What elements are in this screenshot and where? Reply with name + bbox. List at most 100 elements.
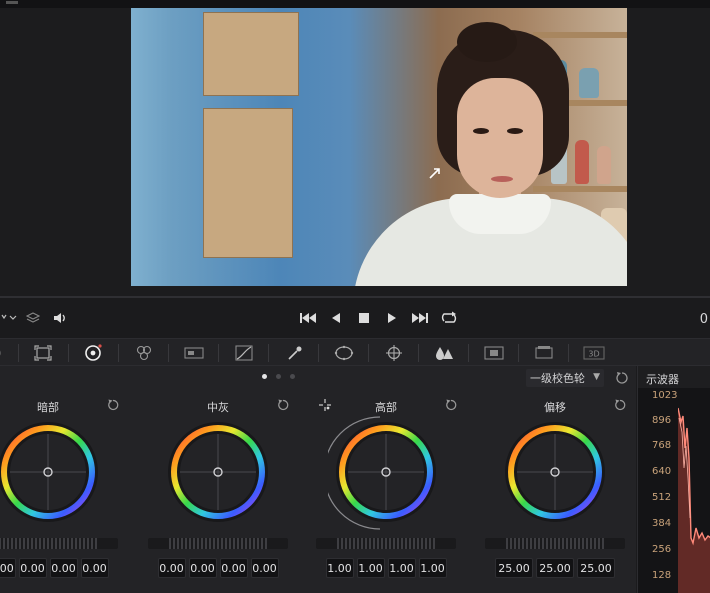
value-y[interactable]: 0.00 [157,558,186,578]
value-y[interactable]: 1.00 [325,558,354,578]
value-b[interactable]: 0.00 [250,558,279,578]
color-wheel-ring[interactable] [0,422,98,522]
value-r[interactable]: 0.00 [18,558,47,578]
wheel-offset: 偏移 25.00 25.00 25.00 [471,390,639,593]
subject-lips [491,176,513,182]
value-g[interactable]: 1.00 [387,558,416,578]
scope-display[interactable]: 1023 896 768 640 512 384 256 128 [638,388,710,593]
top-strip [0,0,710,8]
reset-icon[interactable] [444,398,458,412]
bottle [597,146,611,184]
scope-scale-label: 1023 [652,390,678,401]
transport-bar: 0 [0,298,710,338]
toolbar-separator [318,344,319,362]
qualifier-eyedropper-icon[interactable] [283,342,307,364]
color-wheel-ring[interactable] [505,422,605,522]
shelf [533,32,627,38]
value-b[interactable]: 1.00 [418,558,447,578]
3d-tool-icon[interactable]: 3D [582,342,606,364]
layers-icon[interactable] [24,309,42,327]
page-dot-active[interactable] [262,374,267,379]
value-r[interactable]: 1.00 [356,558,385,578]
subject-collar [449,194,551,234]
value-r[interactable]: 25.00 [495,558,533,578]
scope-scale-label: 512 [652,492,672,503]
toolbar-separator [518,344,519,362]
wheel-values: 25.00 25.00 25.00 [471,558,639,578]
color-wheels-panel: 一级校色轮 ▼ 暗部 0.00 0.00 0.00 0.00 中灰 [0,366,636,593]
scope-scale-label: 896 [652,415,672,426]
color-wheel-ring[interactable] [336,422,436,522]
reset-icon[interactable] [613,398,627,412]
reset-icon[interactable] [106,398,120,412]
wall-board-upper [203,12,299,96]
shelf [533,186,627,192]
skip-to-start-icon[interactable] [298,309,318,327]
wheel-master-slider[interactable] [0,538,118,549]
toolbar-separator [68,344,69,362]
play-icon[interactable] [384,309,400,327]
bottle [579,68,599,98]
waveform-scope-panel: 示波器 1023 896 768 640 512 384 256 128 [637,366,710,593]
value-r[interactable]: 0.00 [188,558,217,578]
page-dot[interactable] [276,374,281,379]
wheel-lift: 暗部 0.00 0.00 0.00 0.00 [0,390,132,593]
value-g[interactable]: 25.00 [536,558,574,578]
bottle [575,140,589,184]
timecode: 0 [699,312,708,327]
scope-scale-label: 640 [652,466,672,477]
stop-icon[interactable] [356,309,372,327]
tracker-tool-icon[interactable] [382,342,406,364]
blur-tool-icon[interactable] [432,342,456,364]
volume-icon[interactable] [50,309,70,327]
reset-all-icon[interactable] [614,370,630,386]
panel-page-dots[interactable] [262,374,295,379]
skip-to-end-icon[interactable] [410,309,430,327]
reset-icon[interactable] [276,398,290,412]
scope-scale-label: 256 [652,544,672,555]
value-g[interactable]: 0.00 [219,558,248,578]
wheel-gain: 高部 1.00 1.00 1.00 1.00 [302,390,470,593]
motion-effects-tool-icon[interactable] [182,342,206,364]
wheel-mode-label: 一级校色轮 [530,372,585,385]
wheel-values: 0.00 0.00 0.00 0.00 [134,558,302,578]
sizing-tool-icon[interactable] [31,342,55,364]
scope-scale-label: 128 [652,570,672,581]
wheel-master-slider[interactable] [316,538,456,549]
value-b[interactable]: 25.00 [577,558,615,578]
sizing-image-tool-icon[interactable] [532,342,556,364]
viewer-options-chevron-icon[interactable] [0,309,20,327]
toolbar-separator [118,344,119,362]
scope-tool-icon[interactable] [0,342,12,364]
power-window-tool-icon[interactable] [332,342,356,364]
value-b[interactable]: 0.00 [80,558,109,578]
toolbar-separator [568,344,569,362]
subject-eye [507,128,523,134]
cursor-arrow-icon [429,168,440,179]
svg-text:3D: 3D [588,350,599,359]
toolbar-separator [218,344,219,362]
wheel-mode-dropdown[interactable]: 一级校色轮 ▼ [526,369,604,387]
play-reverse-icon[interactable] [328,309,344,327]
toolbar-separator [18,344,19,362]
value-y[interactable]: 0.00 [0,558,16,578]
toolbar-separator [268,344,269,362]
toolbar-separator [368,344,369,362]
wheel-values: 1.00 1.00 1.00 1.00 [302,558,470,578]
value-g[interactable]: 0.00 [49,558,78,578]
top-strip-mark [6,1,18,4]
key-tool-icon[interactable] [482,342,506,364]
page-dot[interactable] [290,374,295,379]
rgb-mixer-tool-icon[interactable] [132,342,156,364]
toolbar-separator [168,344,169,362]
curves-tool-icon[interactable] [232,342,256,364]
loop-icon[interactable] [438,309,460,327]
color-wheels-tool-icon[interactable] [81,342,105,364]
color-wheel-ring[interactable] [168,422,268,522]
video-frame[interactable] [131,8,627,286]
wheel-master-slider[interactable] [485,538,625,549]
viewer-area [0,0,710,296]
wall-board-lower [203,108,293,258]
wheel-master-slider[interactable] [148,538,288,549]
subject-hair-bun [457,22,517,62]
